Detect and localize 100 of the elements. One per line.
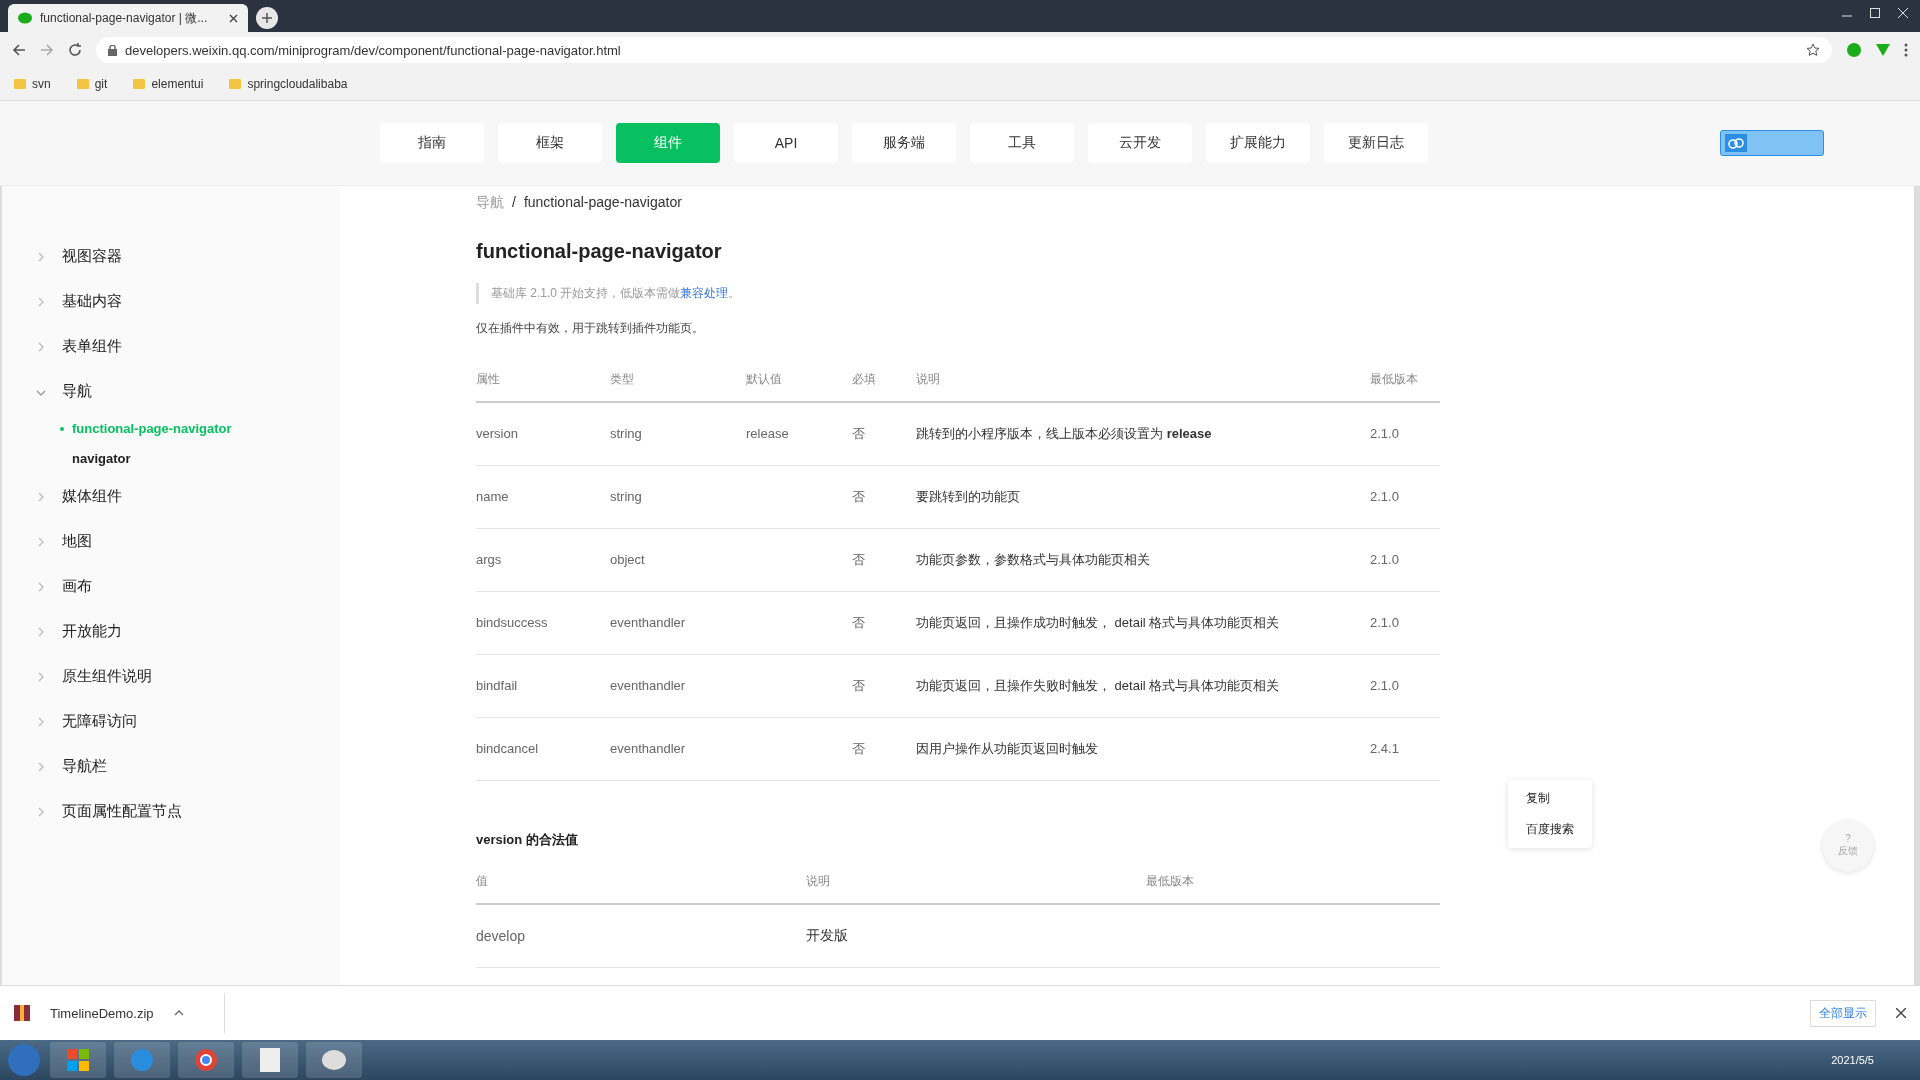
table-cell: 2.1.0	[1370, 426, 1399, 442]
menu-item[interactable]: 百度搜索	[1526, 820, 1574, 838]
table-cell: 否	[852, 425, 865, 441]
chat-bubble-icon	[321, 1049, 347, 1071]
table-cell: 2.1.0	[1370, 615, 1399, 631]
chevron-right-icon	[36, 296, 46, 307]
chevron-right-icon	[36, 341, 46, 352]
table-cell: 跳转到的小程序版本，线上版本必须设置为 release	[916, 425, 1212, 441]
chevron-down-icon	[36, 388, 46, 397]
sidebar-item[interactable]: 基础内容	[62, 291, 122, 311]
taskbar-app[interactable]	[306, 1042, 362, 1078]
chat-bubble-icon	[18, 12, 32, 24]
table-cell: 要跳转到的功能页	[916, 488, 1020, 504]
browser-tab[interactable]: functional-page-navigator | 微...	[8, 4, 248, 32]
star-icon[interactable]	[1806, 43, 1820, 57]
chevron-right-icon	[36, 626, 46, 637]
sidebar-item[interactable]: 地图	[62, 531, 92, 551]
table-cell: string	[610, 426, 642, 442]
new-tab-button[interactable]	[256, 7, 278, 29]
table-cell: version	[476, 426, 518, 442]
nav-tab[interactable]: 云开发	[1088, 122, 1192, 163]
table-cell: 否	[852, 677, 865, 693]
reload-icon[interactable]	[68, 43, 82, 57]
column-header: 默认值	[746, 358, 852, 402]
table-cell: 功能页参数，参数格式与具体功能页相关	[916, 551, 1150, 567]
show-all-button[interactable]: 全部显示	[1810, 999, 1876, 1027]
menu-item[interactable]: 复制	[1526, 789, 1574, 807]
table-cell: name	[476, 489, 509, 505]
sidebar-item[interactable]: 媒体组件	[62, 486, 122, 506]
funnel-icon[interactable]	[1876, 43, 1890, 57]
lock-icon	[108, 44, 117, 56]
table-cell: bindsuccess	[476, 615, 548, 631]
chevron-right-icon	[36, 761, 46, 772]
breadcrumb-item: functional-page-navigator	[523, 193, 682, 212]
chevron-right-icon	[36, 536, 46, 547]
nav-tab[interactable]: API	[734, 122, 838, 163]
table-cell: release	[746, 426, 789, 442]
sidebar-item[interactable]: 原生组件说明	[62, 666, 152, 686]
nav-tab[interactable]: 框架	[498, 122, 602, 163]
sidebar-subitem[interactable]: navigator	[2, 443, 340, 474]
taskbar-app[interactable]	[50, 1042, 106, 1078]
cloud-icon	[1725, 133, 1747, 152]
cloud-button[interactable]	[1720, 129, 1824, 156]
compat-link[interactable]: 兼容处理	[680, 285, 729, 300]
close-icon[interactable]	[1896, 1008, 1906, 1019]
column-header: 最低版本	[1370, 358, 1440, 402]
browser-icon	[194, 1048, 218, 1072]
column-header: 说明	[916, 358, 1370, 402]
page-title: functional-page-navigator	[476, 239, 723, 263]
nav-tab[interactable]: 扩展能力	[1206, 122, 1310, 163]
circle-app-icon	[130, 1048, 154, 1072]
bookmark[interactable]: git	[76, 77, 108, 91]
download-item[interactable]: TimelineDemo.zip	[14, 993, 225, 1034]
table-cell: 2.1.0	[1370, 489, 1399, 505]
back-icon[interactable]	[12, 43, 26, 57]
chevron-right-icon	[36, 671, 46, 682]
address-bar[interactable]: developers.weixin.qq.com/miniprogram/dev/component/functional-page-navigator.html	[96, 37, 1832, 63]
nav-tab[interactable]: 服务端	[852, 122, 956, 163]
breadcrumb-separator: /	[512, 193, 516, 212]
bookmark[interactable]: springcloudalibaba	[229, 77, 348, 91]
clock-date: 2021/5/5	[1831, 1054, 1874, 1066]
table-cell: 2.4.1	[1370, 741, 1399, 757]
table-cell: bindcancel	[476, 741, 539, 757]
sidebar-item[interactable]: 表单组件	[62, 336, 122, 356]
column-header: 说明	[806, 860, 1146, 904]
document-icon	[260, 1048, 280, 1072]
chevron-right-icon	[36, 806, 46, 817]
nav-tab[interactable]: 指南	[380, 122, 484, 163]
table-cell: 开发版	[806, 926, 848, 943]
windows-logo-icon	[67, 1049, 89, 1071]
start-icon[interactable]	[6, 1042, 42, 1078]
table-cell: eventhandler	[610, 741, 686, 757]
table-cell: 因用户操作从功能页返回时触发	[916, 740, 1098, 756]
maximize-icon[interactable]	[1870, 8, 1880, 18]
chevron-right-icon	[36, 251, 46, 262]
archive-icon	[14, 1005, 30, 1022]
close-icon[interactable]	[229, 13, 238, 23]
menu-icon[interactable]	[1904, 43, 1908, 57]
table-cell: 功能页返回，且操作成功时触发， detail 格式与具体功能页相关	[916, 614, 1280, 630]
sidebar-item[interactable]: 画布	[62, 576, 92, 596]
taskbar-app[interactable]	[242, 1042, 298, 1078]
sidebar-item[interactable]: 页面属性配置节点	[62, 801, 182, 821]
sidebar-item[interactable]: 导航栏	[62, 756, 107, 776]
nav-tab[interactable]: 工具	[970, 122, 1074, 163]
sidebar-item[interactable]: 导航	[62, 381, 92, 401]
sidebar-item[interactable]: 无障碍访问	[62, 711, 137, 731]
table-cell: 否	[852, 551, 865, 567]
bookmark[interactable]: elementui	[133, 77, 204, 91]
table-cell: args	[476, 552, 502, 568]
chevron-right-icon	[36, 491, 46, 502]
sidebar-item[interactable]: 视图容器	[62, 246, 122, 266]
bookmark[interactable]: svn	[14, 77, 51, 91]
table-cell: bindfail	[476, 678, 518, 694]
table-cell: develop	[476, 927, 526, 944]
sidebar-item[interactable]: 开放能力	[62, 621, 122, 641]
table-cell: string	[610, 489, 642, 505]
plus-icon	[262, 13, 272, 23]
taskbar-app[interactable]	[178, 1042, 234, 1078]
description-text: 仅在插件中有效，用于跳转到插件功能页。	[476, 319, 705, 337]
nav-tab[interactable]: 更新日志	[1324, 122, 1428, 163]
